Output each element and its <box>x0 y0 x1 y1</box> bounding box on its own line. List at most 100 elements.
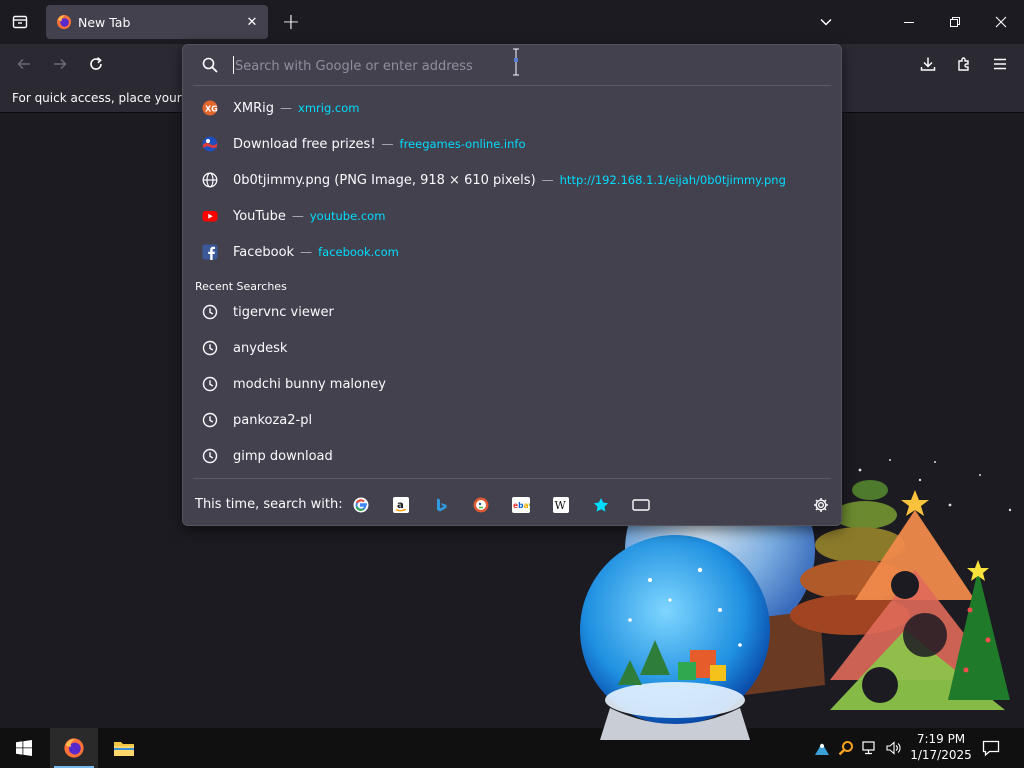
suggestion-title: YouTube <box>233 208 286 224</box>
suggestion-dash: — <box>381 137 394 151</box>
tab-close-icon[interactable]: ✕ <box>244 14 260 30</box>
recent-search-text: tigervnc viewer <box>233 304 334 320</box>
suggestion-dash: — <box>291 209 304 223</box>
close-icon <box>995 16 1007 28</box>
forward-button[interactable] <box>48 52 72 76</box>
firefox-icon <box>64 738 84 758</box>
tray-search-magnifier-icon[interactable] <box>836 738 856 758</box>
clock-date: 1/17/2025 <box>910 748 972 762</box>
restore-icon <box>950 17 960 27</box>
svg-text:W: W <box>555 499 567 512</box>
list-all-tabs-button[interactable] <box>814 10 838 34</box>
reload-button[interactable] <box>84 52 108 76</box>
history-clock-icon <box>201 375 219 393</box>
recent-search-text: anydesk <box>233 340 288 356</box>
suggestion-row[interactable]: Download free prizes! — freegames-online… <box>191 127 833 161</box>
start-button[interactable] <box>0 728 48 768</box>
recent-search-row[interactable]: modchi bunny maloney <box>191 367 833 401</box>
recent-searches-heading: Recent Searches <box>195 280 287 293</box>
folder-icon <box>114 742 134 756</box>
suggestion-row[interactable]: XG XMRig — xmrig.com <box>191 91 833 125</box>
history-clock-icon <box>201 411 219 429</box>
tab-strip: New Tab ✕ + <box>0 0 1024 44</box>
firefox-view-button[interactable] <box>8 10 32 34</box>
suggestion-row[interactable]: YouTube — youtube.com <box>191 199 833 233</box>
new-tab-button[interactable]: + <box>280 10 302 35</box>
taskbar-file-explorer[interactable] <box>100 728 148 768</box>
bing-icon[interactable] <box>431 495 451 515</box>
globe-icon <box>201 171 219 189</box>
tab-new-tab[interactable]: New Tab ✕ <box>46 5 268 39</box>
history-clock-icon <box>201 339 219 357</box>
urlbar-dropdown: XG XMRig — xmrig.com Download free prize… <box>182 44 842 526</box>
suggestion-url: http://192.168.1.1/eijah/0b0tjimmy.png <box>559 173 786 187</box>
ebay-icon[interactable]: ebay <box>511 495 531 515</box>
history-clock-icon <box>201 303 219 321</box>
action-center-button[interactable] <box>980 737 1002 759</box>
firefox-view-icon <box>12 15 28 29</box>
recent-search-row[interactable]: gimp download <box>191 439 833 473</box>
wikipedia-icon[interactable]: W <box>551 495 571 515</box>
bookmarks-star-icon[interactable] <box>591 495 611 515</box>
duckduckgo-icon[interactable] <box>471 495 491 515</box>
firefox-favicon <box>56 14 72 30</box>
globe-flag-favicon-icon <box>201 135 219 153</box>
urlbar-input[interactable] <box>233 55 657 77</box>
urlbar-separator <box>193 85 831 86</box>
suggestion-title: XMRig <box>233 100 275 116</box>
xmrig-favicon-icon: XG <box>201 99 219 117</box>
windows-logo-icon <box>16 740 32 756</box>
google-icon[interactable] <box>351 495 371 515</box>
arrow-left-icon <box>17 58 30 70</box>
recent-search-row[interactable]: tigervnc viewer <box>191 295 833 329</box>
taskbar-firefox[interactable] <box>50 728 98 768</box>
volume-icon[interactable] <box>884 738 904 758</box>
suggestion-url: facebook.com <box>318 245 399 259</box>
arrow-right-icon <box>54 58 67 70</box>
downloads-button[interactable] <box>916 52 940 76</box>
back-button[interactable] <box>12 52 36 76</box>
suggestion-title: Download free prizes! <box>233 136 376 152</box>
svg-text:a: a <box>397 500 404 511</box>
close-window-button[interactable] <box>989 10 1013 34</box>
minimize-icon <box>904 22 914 23</box>
notification-icon <box>982 740 1000 757</box>
minimize-button[interactable] <box>897 10 921 34</box>
recent-search-row[interactable]: pankoza2-pl <box>191 403 833 437</box>
suggestion-row[interactable]: 0b0tjimmy.png (PNG Image, 918 × 610 pixe… <box>191 163 833 197</box>
tray-people-icon[interactable] <box>812 738 832 758</box>
gear-icon <box>814 498 828 512</box>
suggestion-dash: — <box>280 101 293 115</box>
suggestion-row[interactable]: Facebook — facebook.com <box>191 235 833 269</box>
svg-text:XG: XG <box>205 105 218 114</box>
app-menu-button[interactable] <box>988 52 1012 76</box>
restore-button[interactable] <box>943 10 967 34</box>
recent-search-text: gimp download <box>233 448 333 464</box>
suggestion-url: xmrig.com <box>298 101 360 115</box>
bookmarks-empty-message: For quick access, place your boo <box>12 91 208 105</box>
search-engine-footer: This time, search with: a ebay W <box>183 485 841 525</box>
suggestion-dash: — <box>300 245 313 259</box>
network-icon[interactable] <box>860 738 880 758</box>
search-with-label: This time, search with: <box>195 497 343 512</box>
puzzle-icon <box>958 57 969 71</box>
search-icon <box>201 56 219 74</box>
chevron-down-icon <box>820 18 832 26</box>
recent-search-text: pankoza2-pl <box>233 412 313 428</box>
tab-title: New Tab <box>78 14 131 30</box>
suggestion-url: freegames-online.info <box>399 137 526 151</box>
recent-search-row[interactable]: anydesk <box>191 331 833 365</box>
hamburger-menu-icon <box>994 58 1006 70</box>
footer-separator <box>193 478 831 479</box>
amazon-icon[interactable]: a <box>391 495 411 515</box>
suggestion-title: 0b0tjimmy.png (PNG Image, 918 × 610 pixe… <box>233 172 536 188</box>
extensions-button[interactable] <box>952 52 976 76</box>
search-settings-button[interactable] <box>811 495 831 515</box>
recent-search-text: modchi bunny maloney <box>233 376 386 392</box>
download-icon <box>920 57 936 71</box>
suggestion-title: Facebook <box>233 244 295 260</box>
text-caret <box>233 56 234 74</box>
youtube-favicon-icon <box>201 207 219 225</box>
svg-text:ebay: ebay <box>513 501 530 510</box>
tabs-icon[interactable] <box>631 495 651 515</box>
